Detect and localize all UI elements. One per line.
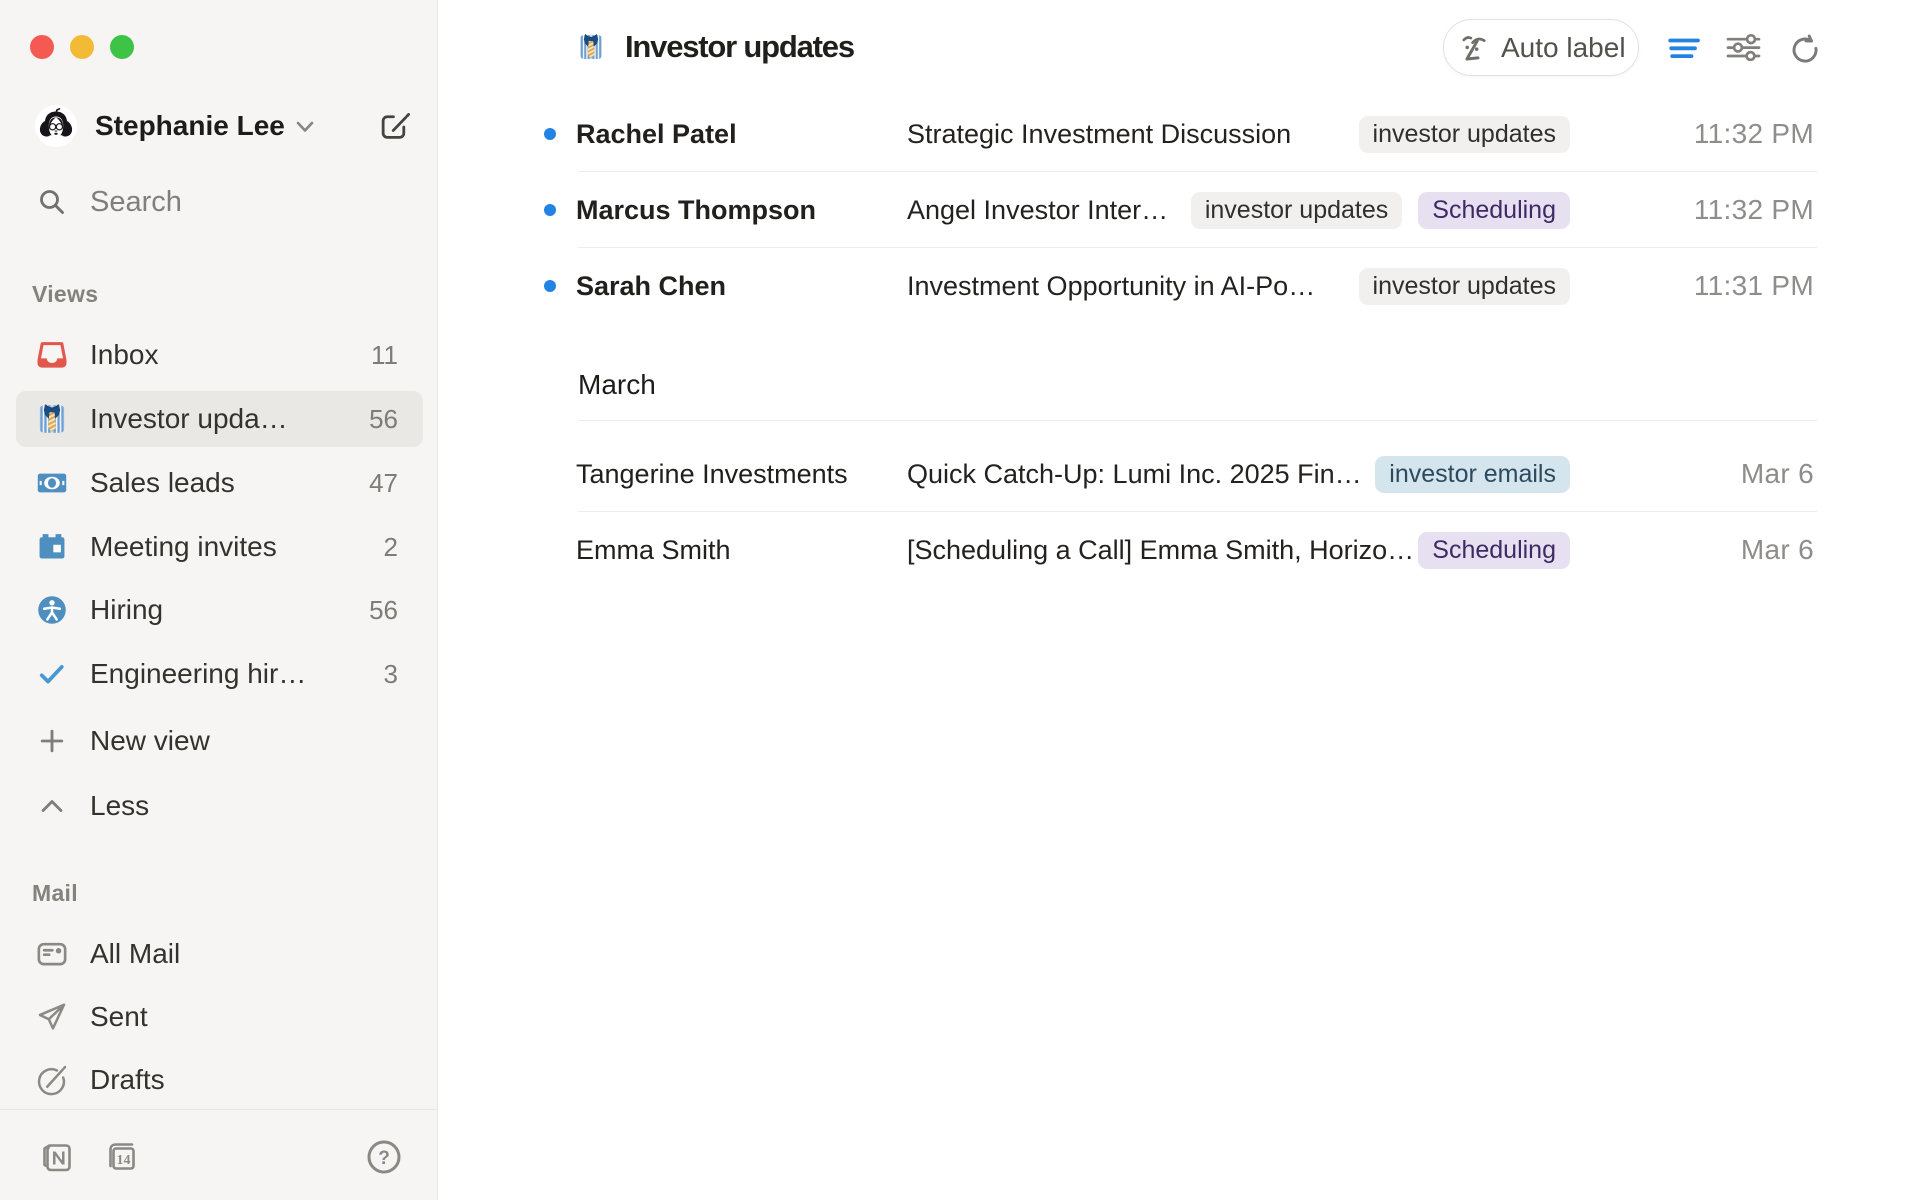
svg-text:?: ? [378,1148,390,1169]
svg-text:14: 14 [117,1153,131,1168]
